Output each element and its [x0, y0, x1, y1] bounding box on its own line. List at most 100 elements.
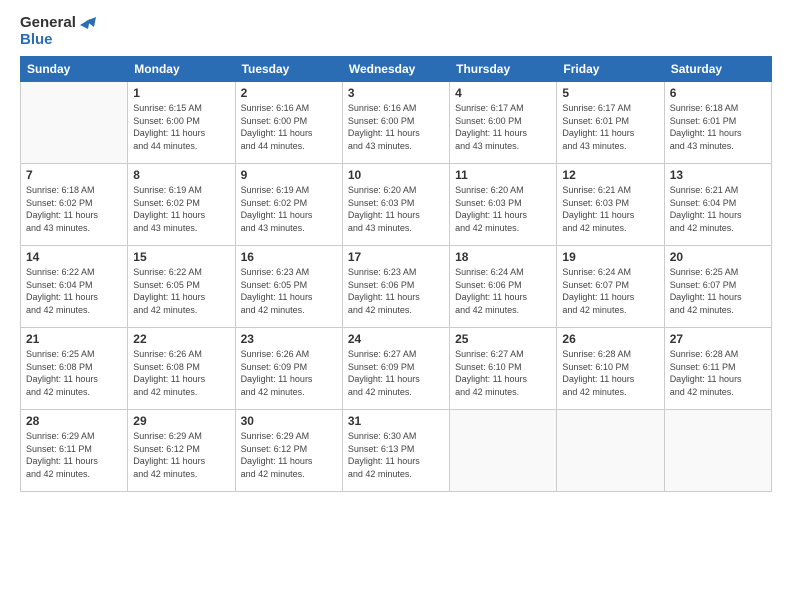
day-info: Sunrise: 6:15 AM Sunset: 6:00 PM Dayligh… — [133, 102, 229, 152]
day-number: 22 — [133, 332, 229, 346]
calendar-cell: 26 Sunrise: 6:28 AM Sunset: 6:10 PM Dayli… — [557, 328, 664, 410]
logo-blue-text: Blue — [20, 32, 76, 49]
day-number: 10 — [348, 168, 444, 182]
logo-text-block: GeneralBlue — [20, 15, 76, 48]
day-info: Sunrise: 6:20 AM Sunset: 6:03 PM Dayligh… — [348, 184, 444, 234]
day-info: Sunrise: 6:23 AM Sunset: 6:06 PM Dayligh… — [348, 266, 444, 316]
day-info: Sunrise: 6:20 AM Sunset: 6:03 PM Dayligh… — [455, 184, 551, 234]
day-number: 28 — [26, 414, 122, 428]
day-number: 21 — [26, 332, 122, 346]
day-info: Sunrise: 6:26 AM Sunset: 6:09 PM Dayligh… — [241, 348, 337, 398]
day-number: 3 — [348, 86, 444, 100]
calendar-cell: 21 Sunrise: 6:25 AM Sunset: 6:08 PM Dayli… — [21, 328, 128, 410]
calendar-week-row: 1Sunrise: 6:15 AM Sunset: 6:00 PM Daylig… — [21, 82, 772, 164]
day-number: 12 — [562, 168, 658, 182]
day-number: 30 — [241, 414, 337, 428]
day-info: Sunrise: 6:18 AM Sunset: 6:02 PM Dayligh… — [26, 184, 122, 234]
day-info: Sunrise: 6:24 AM Sunset: 6:06 PM Dayligh… — [455, 266, 551, 316]
calendar-cell: 15Sunrise: 6:22 AM Sunset: 6:05 PM Dayli… — [128, 246, 235, 328]
day-info: Sunrise: 6:24 AM Sunset: 6:07 PM Dayligh… — [562, 266, 658, 316]
calendar-cell: 18Sunrise: 6:24 AM Sunset: 6:06 PM Dayli… — [450, 246, 557, 328]
day-info: Sunrise: 6:21 AM Sunset: 6:03 PM Dayligh… — [562, 184, 658, 234]
day-number: 29 — [133, 414, 229, 428]
day-info: Sunrise: 6:26 AM Sunset: 6:08 PM Dayligh… — [133, 348, 229, 398]
day-info: Sunrise: 6:29 AM Sunset: 6:11 PM Dayligh… — [26, 430, 122, 480]
calendar-cell: 5 Sunrise: 6:17 AM Sunset: 6:01 PM Daylig… — [557, 82, 664, 164]
day-number: 25 — [455, 332, 551, 346]
calendar-cell: 22 Sunrise: 6:26 AM Sunset: 6:08 PM Dayli… — [128, 328, 235, 410]
day-number: 20 — [670, 250, 766, 264]
day-info: Sunrise: 6:19 AM Sunset: 6:02 PM Dayligh… — [241, 184, 337, 234]
day-number: 2 — [241, 86, 337, 100]
day-info: Sunrise: 6:25 AM Sunset: 6:08 PM Dayligh… — [26, 348, 122, 398]
calendar-cell: 14Sunrise: 6:22 AM Sunset: 6:04 PM Dayli… — [21, 246, 128, 328]
calendar-cell: 13 Sunrise: 6:21 AM Sunset: 6:04 PM Dayli… — [664, 164, 771, 246]
calendar-cell: 7 Sunrise: 6:18 AM Sunset: 6:02 PM Daylig… — [21, 164, 128, 246]
day-info: Sunrise: 6:23 AM Sunset: 6:05 PM Dayligh… — [241, 266, 337, 316]
weekday-header-tuesday: Tuesday — [235, 57, 342, 82]
weekday-header-monday: Monday — [128, 57, 235, 82]
weekday-header-thursday: Thursday — [450, 57, 557, 82]
calendar-cell — [450, 410, 557, 492]
calendar-cell: 16 Sunrise: 6:23 AM Sunset: 6:05 PM Dayli… — [235, 246, 342, 328]
logo-general-text: General — [20, 15, 76, 32]
day-number: 6 — [670, 86, 766, 100]
calendar-cell: 4 Sunrise: 6:17 AM Sunset: 6:00 PM Daylig… — [450, 82, 557, 164]
calendar-cell: 12 Sunrise: 6:21 AM Sunset: 6:03 PM Dayli… — [557, 164, 664, 246]
weekday-header-friday: Friday — [557, 57, 664, 82]
day-info: Sunrise: 6:28 AM Sunset: 6:11 PM Dayligh… — [670, 348, 766, 398]
calendar-week-row: 28 Sunrise: 6:29 AM Sunset: 6:11 PM Dayli… — [21, 410, 772, 492]
calendar-cell: 27 Sunrise: 6:28 AM Sunset: 6:11 PM Dayli… — [664, 328, 771, 410]
calendar-cell: 24Sunrise: 6:27 AM Sunset: 6:09 PM Dayli… — [342, 328, 449, 410]
day-info: Sunrise: 6:19 AM Sunset: 6:02 PM Dayligh… — [133, 184, 229, 234]
weekday-header-saturday: Saturday — [664, 57, 771, 82]
calendar-cell: 23 Sunrise: 6:26 AM Sunset: 6:09 PM Dayli… — [235, 328, 342, 410]
calendar-cell: 9 Sunrise: 6:19 AM Sunset: 6:02 PM Daylig… — [235, 164, 342, 246]
day-info: Sunrise: 6:30 AM Sunset: 6:13 PM Dayligh… — [348, 430, 444, 480]
day-info: Sunrise: 6:25 AM Sunset: 6:07 PM Dayligh… — [670, 266, 766, 316]
day-info: Sunrise: 6:28 AM Sunset: 6:10 PM Dayligh… — [562, 348, 658, 398]
calendar-cell — [21, 82, 128, 164]
calendar-cell: 28 Sunrise: 6:29 AM Sunset: 6:11 PM Dayli… — [21, 410, 128, 492]
day-info: Sunrise: 6:27 AM Sunset: 6:09 PM Dayligh… — [348, 348, 444, 398]
day-number: 8 — [133, 168, 229, 182]
weekday-header-sunday: Sunday — [21, 57, 128, 82]
day-info: Sunrise: 6:29 AM Sunset: 6:12 PM Dayligh… — [133, 430, 229, 480]
day-number: 16 — [241, 250, 337, 264]
calendar-cell: 17Sunrise: 6:23 AM Sunset: 6:06 PM Dayli… — [342, 246, 449, 328]
day-info: Sunrise: 6:29 AM Sunset: 6:12 PM Dayligh… — [241, 430, 337, 480]
calendar-cell: 19 Sunrise: 6:24 AM Sunset: 6:07 PM Dayli… — [557, 246, 664, 328]
day-number: 27 — [670, 332, 766, 346]
day-number: 15 — [133, 250, 229, 264]
day-info: Sunrise: 6:17 AM Sunset: 6:00 PM Dayligh… — [455, 102, 551, 152]
calendar-cell: 2 Sunrise: 6:16 AM Sunset: 6:00 PM Daylig… — [235, 82, 342, 164]
calendar-week-row: 7 Sunrise: 6:18 AM Sunset: 6:02 PM Daylig… — [21, 164, 772, 246]
day-number: 26 — [562, 332, 658, 346]
day-number: 14 — [26, 250, 122, 264]
calendar-week-row: 14Sunrise: 6:22 AM Sunset: 6:04 PM Dayli… — [21, 246, 772, 328]
day-number: 7 — [26, 168, 122, 182]
weekday-header-wednesday: Wednesday — [342, 57, 449, 82]
calendar-cell: 20 Sunrise: 6:25 AM Sunset: 6:07 PM Dayli… — [664, 246, 771, 328]
calendar-table: SundayMondayTuesdayWednesdayThursdayFrid… — [20, 56, 772, 492]
day-info: Sunrise: 6:27 AM Sunset: 6:10 PM Dayligh… — [455, 348, 551, 398]
weekday-header-row: SundayMondayTuesdayWednesdayThursdayFrid… — [21, 57, 772, 82]
calendar-cell: 1Sunrise: 6:15 AM Sunset: 6:00 PM Daylig… — [128, 82, 235, 164]
day-number: 5 — [562, 86, 658, 100]
calendar-cell — [664, 410, 771, 492]
logo: GeneralBlue — [20, 15, 98, 48]
day-number: 19 — [562, 250, 658, 264]
page: GeneralBlue SundayMondayTuesdayWednesday… — [0, 0, 792, 612]
day-number: 4 — [455, 86, 551, 100]
calendar-cell: 11 Sunrise: 6:20 AM Sunset: 6:03 PM Dayli… — [450, 164, 557, 246]
day-number: 13 — [670, 168, 766, 182]
calendar-cell: 10 Sunrise: 6:20 AM Sunset: 6:03 PM Dayli… — [342, 164, 449, 246]
logo-bird-icon — [76, 17, 98, 47]
day-info: Sunrise: 6:17 AM Sunset: 6:01 PM Dayligh… — [562, 102, 658, 152]
calendar-cell: 8 Sunrise: 6:19 AM Sunset: 6:02 PM Daylig… — [128, 164, 235, 246]
day-info: Sunrise: 6:21 AM Sunset: 6:04 PM Dayligh… — [670, 184, 766, 234]
day-number: 11 — [455, 168, 551, 182]
day-number: 23 — [241, 332, 337, 346]
day-number: 9 — [241, 168, 337, 182]
day-info: Sunrise: 6:16 AM Sunset: 6:00 PM Dayligh… — [241, 102, 337, 152]
